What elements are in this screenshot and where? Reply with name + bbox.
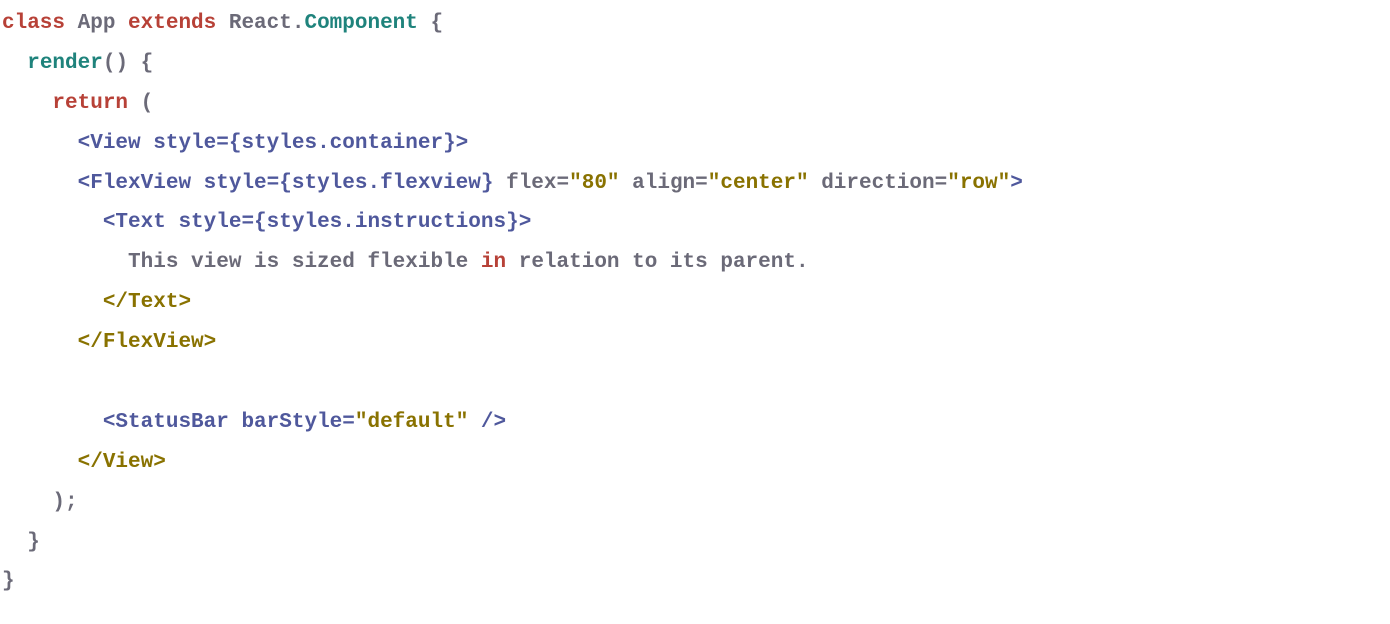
val-center: "center" bbox=[708, 172, 809, 195]
text-content-b: relation to its parent. bbox=[506, 251, 808, 274]
indent bbox=[2, 451, 78, 474]
val-default: "default" bbox=[355, 411, 468, 434]
indent bbox=[2, 132, 78, 155]
jsx-close-bracket: > bbox=[1010, 172, 1023, 195]
kw-in: in bbox=[481, 251, 506, 274]
code-line: return ( bbox=[2, 92, 153, 115]
jsx-view-open: <View style={styles.container}> bbox=[78, 132, 469, 155]
indent bbox=[2, 331, 78, 354]
close-brace: } bbox=[2, 570, 15, 593]
close-paren-semi: ); bbox=[2, 491, 78, 514]
jsx-text-close: </Text> bbox=[103, 291, 191, 314]
code-block: class App extends React.Component { rend… bbox=[0, 0, 1390, 606]
code-line: } bbox=[2, 570, 15, 593]
paren-brace: () { bbox=[103, 52, 153, 75]
kw-return: return bbox=[52, 92, 128, 115]
jsx-flexview-open: <FlexView style={styles.flexview} bbox=[78, 172, 494, 195]
attr-flex: flex= bbox=[494, 172, 570, 195]
close-brace: } bbox=[2, 531, 40, 554]
indent bbox=[2, 92, 52, 115]
code-line: } bbox=[2, 531, 40, 554]
jsx-view-close: </View> bbox=[78, 451, 166, 474]
code-line: class App extends React.Component { bbox=[2, 12, 443, 35]
code-line: </Text> bbox=[2, 291, 191, 314]
code-line: <View style={styles.container}> bbox=[2, 132, 468, 155]
component-ident: Component bbox=[304, 12, 417, 35]
paren: ( bbox=[128, 92, 153, 115]
text-content-a: This view is sized flexible bbox=[2, 251, 481, 274]
jsx-flexview-close: </FlexView> bbox=[78, 331, 217, 354]
code-line: </View> bbox=[2, 451, 166, 474]
code-line: This view is sized flexible in relation … bbox=[2, 251, 809, 274]
brace: { bbox=[418, 12, 443, 35]
jsx-selfclose: /> bbox=[468, 411, 506, 434]
kw-class: class bbox=[2, 12, 65, 35]
attr-direction: direction= bbox=[809, 172, 948, 195]
react-ns: React. bbox=[216, 12, 304, 35]
indent bbox=[2, 52, 27, 75]
method-render: render bbox=[27, 52, 103, 75]
code-line: </FlexView> bbox=[2, 331, 216, 354]
code-line: ); bbox=[2, 491, 78, 514]
jsx-statusbar: <StatusBar barStyle= bbox=[103, 411, 355, 434]
indent bbox=[2, 172, 78, 195]
code-line: <FlexView style={styles.flexview} flex="… bbox=[2, 172, 1023, 195]
code-line: <Text style={styles.instructions}> bbox=[2, 211, 531, 234]
val-row: "row" bbox=[947, 172, 1010, 195]
code-line: <StatusBar barStyle="default" /> bbox=[2, 411, 506, 434]
indent bbox=[2, 291, 103, 314]
kw-extends: extends bbox=[128, 12, 216, 35]
attr-align: align= bbox=[620, 172, 708, 195]
class-name: App bbox=[65, 12, 128, 35]
jsx-text-open: <Text style={styles.instructions}> bbox=[103, 211, 531, 234]
val-80: "80" bbox=[569, 172, 619, 195]
code-line: render() { bbox=[2, 52, 153, 75]
indent bbox=[2, 411, 103, 434]
indent bbox=[2, 211, 103, 234]
